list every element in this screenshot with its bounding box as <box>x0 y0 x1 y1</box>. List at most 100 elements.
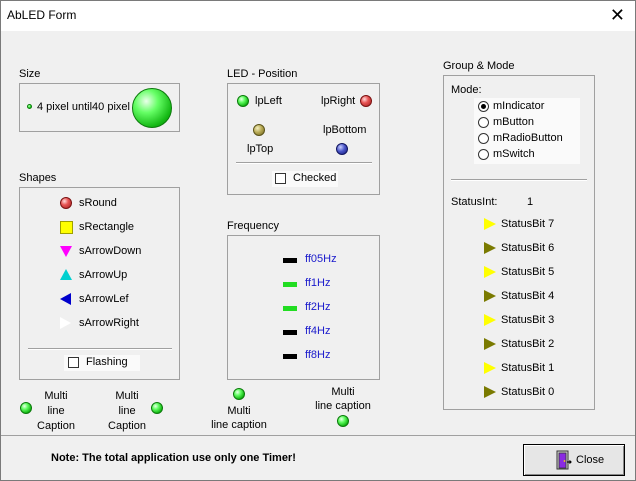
shape-rectangle-led[interactable] <box>60 221 73 234</box>
door-exit-icon <box>555 450 573 470</box>
size-led-small[interactable] <box>27 104 32 109</box>
mode-radio-switch[interactable] <box>478 149 489 160</box>
close-button-label: Close <box>576 454 605 466</box>
title-bar[interactable]: AbLED Form ✕ <box>1 1 635 31</box>
freq-4hz-label: ff4Hz <box>305 325 331 337</box>
freq-05hz-label: ff05Hz <box>305 253 337 265</box>
mode-switch-label: mSwitch <box>493 148 535 160</box>
multi-caption-d-line1: Multi <box>331 386 355 398</box>
multi-caption-b-line3: Caption <box>108 420 146 432</box>
status-bit-5-led[interactable] <box>484 266 496 278</box>
flashing-checkbox[interactable] <box>68 357 79 368</box>
shape-arrow-right-label: sArrowRight <box>79 317 139 329</box>
led-right-label: lpRight <box>321 95 356 107</box>
shape-arrow-down-label: sArrowDown <box>79 245 142 257</box>
led-left-label: lpLeft <box>255 95 282 107</box>
multi-caption-d: Multi line caption <box>307 385 379 413</box>
size-text: 4 pixel until40 pixel <box>37 101 130 113</box>
led-position-label: LED - Position <box>227 68 298 80</box>
status-int-value: 1 <box>527 196 534 208</box>
mode-indicator-label: mIndicator <box>493 100 545 112</box>
freq-8hz-label: ff8Hz <box>305 349 331 361</box>
status-bit-1-led[interactable] <box>484 362 496 374</box>
mode-radio-group: mIndicator mButton mRadioButton mSwitch <box>474 98 580 164</box>
status-bit-0-led[interactable] <box>484 386 496 398</box>
multi-caption-a-line2: line <box>47 405 65 417</box>
checked-checkbox-area[interactable]: Checked <box>272 171 338 187</box>
footer-note: Note: The total application use only one… <box>51 452 296 464</box>
size-label: Size <box>19 68 41 80</box>
multi-caption-b-led[interactable] <box>151 402 163 414</box>
multi-caption-a-line3: Caption <box>37 420 75 432</box>
status-int-label: StatusInt: <box>451 196 498 208</box>
group-mode-separator <box>451 179 587 181</box>
multi-caption-c: Multi line caption <box>205 404 273 432</box>
window-title: AbLED Form <box>7 8 77 22</box>
multi-caption-a-line1: Multi <box>44 390 68 402</box>
multi-caption-c-led[interactable] <box>233 388 245 400</box>
flashing-label: Flashing <box>86 356 128 368</box>
status-bit-7-label: StatusBit 7 <box>501 218 555 230</box>
multi-caption-a-led[interactable] <box>20 402 32 414</box>
group-mode-label: Group & Mode <box>443 60 515 72</box>
shapes-separator <box>28 348 172 350</box>
arrow-down-icon[interactable] <box>60 246 72 257</box>
mode-radio-indicator[interactable] <box>478 101 489 112</box>
multi-caption-c-line2: line caption <box>211 419 267 431</box>
frequency-panel: ff05Hz ff1Hz ff2Hz ff4Hz ff8Hz <box>227 235 380 380</box>
shape-rectangle-label: sRectangle <box>79 221 135 233</box>
freq-2hz-label: ff2Hz <box>305 301 331 313</box>
mode-radio-button[interactable] <box>478 117 489 128</box>
mode-radiobutton-label: mRadioButton <box>493 132 563 144</box>
checked-checkbox[interactable] <box>275 173 286 184</box>
flashing-checkbox-area[interactable]: Flashing <box>64 355 140 371</box>
group-mode-panel: Mode: mIndicator mButton mRadioButton mS… <box>443 75 595 410</box>
status-bit-3-label: StatusBit 3 <box>501 314 555 326</box>
status-bit-2-led[interactable] <box>484 338 496 350</box>
led-bottom[interactable] <box>336 143 348 155</box>
status-bit-6-led[interactable] <box>484 242 496 254</box>
status-bit-2-label: StatusBit 2 <box>501 338 555 350</box>
shape-round-label: sRound <box>79 197 117 209</box>
multi-caption-d-led[interactable] <box>337 415 349 427</box>
freq-8hz-led[interactable] <box>283 354 297 359</box>
freq-05hz-led[interactable] <box>283 258 297 263</box>
led-position-separator <box>236 162 372 164</box>
led-bottom-label: lpBottom <box>323 124 367 136</box>
freq-1hz-label: ff1Hz <box>305 277 331 289</box>
mode-button-label: mButton <box>493 116 534 128</box>
multi-caption-c-line1: Multi <box>227 405 251 417</box>
freq-4hz-led[interactable] <box>283 330 297 335</box>
mode-radio-radiobutton[interactable] <box>478 133 489 144</box>
arrow-right-icon[interactable] <box>60 317 71 329</box>
arrow-up-icon[interactable] <box>60 269 72 280</box>
size-led-large[interactable] <box>132 88 172 128</box>
status-bit-0-label: StatusBit 0 <box>501 386 555 398</box>
status-bit-7-led[interactable] <box>484 218 496 230</box>
led-position-panel: lpLeft lpRight lpBottom lpTop Checked <box>227 83 380 195</box>
checked-label: Checked <box>293 172 337 184</box>
size-panel: 4 pixel until40 pixel <box>19 83 180 132</box>
led-top[interactable] <box>253 124 265 136</box>
status-bit-4-led[interactable] <box>484 290 496 302</box>
window-close-icon[interactable]: ✕ <box>610 5 625 25</box>
led-left[interactable] <box>237 95 249 107</box>
multi-caption-b-line2: line <box>118 405 136 417</box>
shapes-label: Shapes <box>19 172 57 184</box>
status-bit-1-label: StatusBit 1 <box>501 362 555 374</box>
status-bit-3-led[interactable] <box>484 314 496 326</box>
led-right[interactable] <box>360 95 372 107</box>
status-bit-4-label: StatusBit 4 <box>501 290 555 302</box>
frequency-label: Frequency <box>227 220 279 232</box>
arrow-left-icon[interactable] <box>60 293 71 305</box>
freq-1hz-led[interactable] <box>283 282 297 287</box>
multi-caption-b-line1: Multi <box>115 390 139 402</box>
shape-round-led[interactable] <box>60 197 72 209</box>
mode-label: Mode: <box>451 84 482 96</box>
main-window: AbLED Form ✕ Size 4 pixel until40 pixel … <box>0 0 636 481</box>
multi-caption-a: Multi line Caption <box>35 389 77 434</box>
freq-2hz-led[interactable] <box>283 306 297 311</box>
shape-arrow-up-label: sArrowUp <box>79 269 128 281</box>
shape-arrow-left-label: sArrowLef <box>79 293 129 305</box>
close-button[interactable]: Close <box>523 444 625 476</box>
